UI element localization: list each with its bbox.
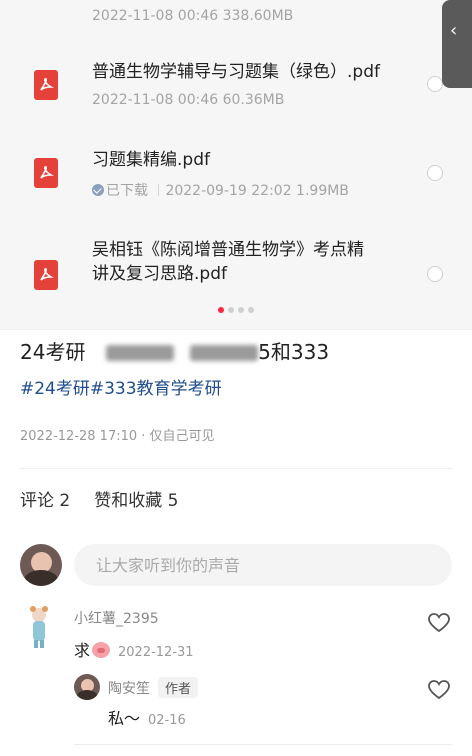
chevron-left-icon: ‹ — [450, 20, 458, 41]
post-meta: 2022-12-28 17:10 · 仅自己可见 — [20, 429, 215, 444]
pager-dot[interactable] — [218, 307, 224, 313]
reply-date: 02-16 — [148, 713, 186, 728]
pdf-file-icon — [34, 260, 58, 290]
my-avatar[interactable] — [20, 544, 62, 586]
pager-dot[interactable] — [248, 307, 254, 313]
reply-user: 陶安笙 作者 — [108, 677, 199, 698]
redacted-text — [190, 345, 259, 361]
carousel-pager — [218, 307, 254, 313]
reply-text: 私～ — [108, 709, 141, 728]
side-collapse-tab[interactable]: ‹ — [442, 0, 472, 88]
file-name-line1: 吴相钰《陈阅增普通生物学》考点精 — [92, 240, 364, 260]
reply-username[interactable]: 陶安笙 — [108, 681, 150, 697]
engagement-counts: 评论 2 赞和收藏 5 — [20, 486, 178, 511]
file-meta: 2022-09-19 22:02 1.99MB — [165, 183, 349, 199]
file-item[interactable]: 习题集精编.pdf 已下载 2022-09-19 22:02 1.99MB — [0, 140, 472, 210]
downloaded-label: 已下载 — [106, 183, 148, 199]
divider — [74, 744, 452, 745]
meta-divider — [158, 184, 160, 196]
comment-input[interactable] — [74, 544, 452, 586]
file-name: 习题集精编.pdf — [92, 150, 210, 170]
pager-dot[interactable] — [228, 307, 234, 313]
comment-input-box[interactable] — [74, 544, 452, 586]
file-select-radio[interactable] — [427, 266, 443, 282]
file-meta: 2022-11-08 00:46 338.60MB — [92, 8, 294, 24]
comment-text: 求 — [74, 641, 91, 660]
author-avatar[interactable] — [74, 674, 100, 700]
file-item[interactable]: 普通生物学辅导与习题集（绿色）.pdf 2022-11-08 00:46 60.… — [0, 50, 472, 120]
attachment-file-list: 2022-11-08 00:46 338.60MB 普通生物学辅导与习题集（绿色… — [0, 0, 472, 330]
post-title-suffix: 5和333 — [258, 340, 330, 364]
heart-icon[interactable] — [428, 680, 450, 700]
file-select-radio[interactable] — [427, 76, 443, 92]
comment-date: 2022-12-31 — [118, 645, 194, 660]
pdf-file-icon — [34, 158, 58, 188]
pager-dot[interactable] — [238, 307, 244, 313]
pig-emoji-icon — [92, 642, 111, 658]
comment-username[interactable]: 小红薯_2395 — [74, 608, 159, 628]
author-badge: 作者 — [158, 677, 199, 698]
post-title: 24考研 5和333 — [20, 336, 329, 365]
downloaded-check-icon — [92, 184, 104, 196]
file-meta-row: 已下载 2022-09-19 22:02 1.99MB — [92, 180, 349, 200]
file-name-line2: 讲及复习思路.pdf — [92, 264, 227, 284]
likes-collects-count[interactable]: 赞和收藏 5 — [94, 491, 178, 511]
heart-icon[interactable] — [428, 613, 450, 633]
file-select-radio[interactable] — [427, 165, 443, 181]
divider — [20, 468, 452, 469]
file-item[interactable]: 2022-11-08 00:46 338.60MB — [0, 0, 472, 30]
post-tags[interactable]: #24考研#333教育学考研 — [20, 374, 222, 399]
redacted-text — [105, 345, 174, 361]
reply-body: 私～ 02-16 — [108, 705, 186, 729]
post-title-prefix: 24考研 — [20, 340, 86, 364]
comment-body: 求 2022-12-31 — [74, 637, 194, 661]
comments-count[interactable]: 评论 2 — [20, 491, 70, 511]
pdf-file-icon — [34, 70, 58, 100]
file-meta: 2022-11-08 00:46 60.36MB — [92, 92, 285, 108]
file-item[interactable]: 吴相钰《陈阅增普通生物学》考点精 讲及复习思路.pdf — [0, 232, 472, 304]
file-name: 普通生物学辅导与习题集（绿色）.pdf — [92, 62, 380, 82]
user-avatar-doll[interactable] — [24, 606, 54, 650]
